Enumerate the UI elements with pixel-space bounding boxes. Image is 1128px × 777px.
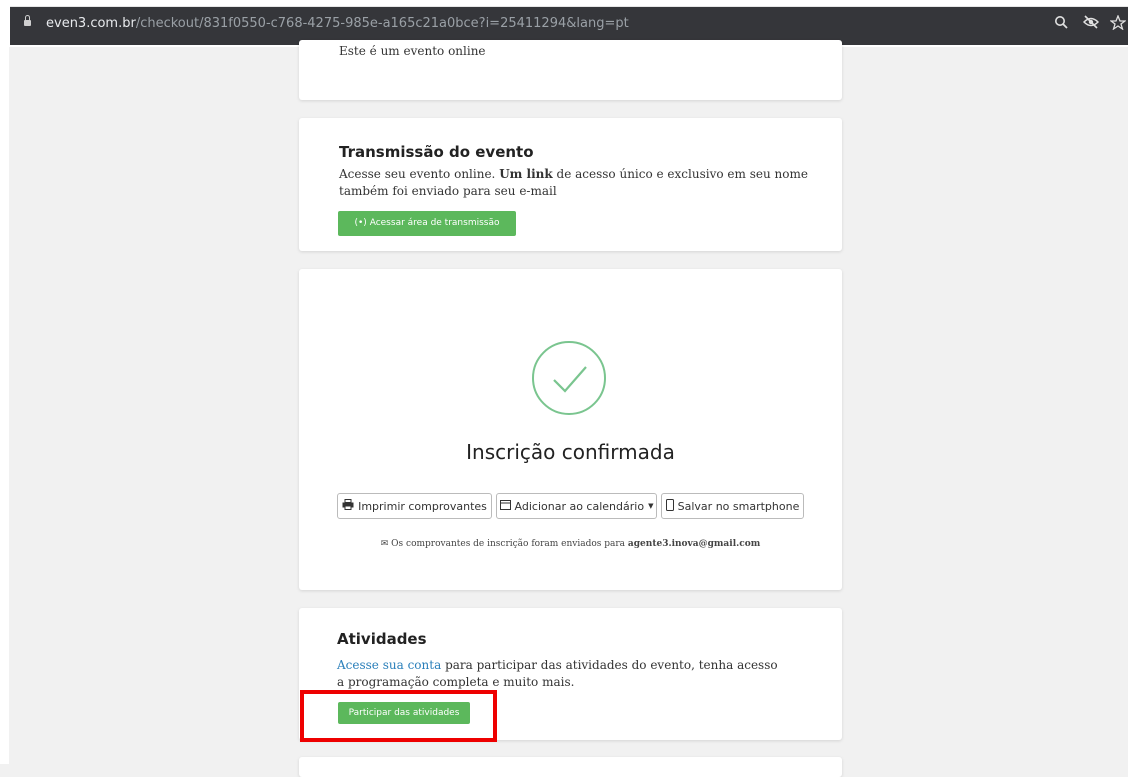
eye-off-icon[interactable]	[1082, 15, 1100, 33]
online-event-text: Este é um evento online	[339, 44, 486, 58]
printer-icon	[342, 499, 354, 513]
page-gutter	[0, 47, 9, 764]
url-text[interactable]: even3.com.br/checkout/831f0550-c768-4275…	[46, 16, 629, 31]
add-to-calendar-label: Adicionar ao calendário	[514, 499, 645, 513]
confirmation-title: Inscrição confirmada	[466, 440, 675, 464]
add-to-calendar-button[interactable]: Adicionar ao calendário ▼	[496, 493, 657, 519]
receipts-note-text: Os comprovantes de inscrição foram envia…	[391, 539, 626, 549]
transmission-text: Acesse seu evento online. Um link de ace…	[339, 166, 809, 200]
zoom-icon[interactable]	[1054, 15, 1068, 33]
broadcast-icon: (•)	[354, 218, 367, 228]
transmission-card: Transmissão do evento Acesse seu evento …	[299, 118, 842, 251]
transmission-text-pre: Acesse seu evento online.	[339, 167, 496, 181]
print-receipts-button[interactable]: Imprimir comprovantes	[337, 493, 492, 519]
access-transmission-button[interactable]: (•) Acessar área de transmissão	[338, 211, 516, 236]
check-circle-icon	[532, 341, 606, 415]
smartphone-icon	[665, 498, 674, 514]
save-to-smartphone-label: Salvar no smartphone	[677, 499, 800, 513]
access-account-link[interactable]: Acesse sua conta	[337, 658, 441, 672]
highlight-box	[300, 690, 497, 742]
star-icon[interactable]	[1109, 14, 1127, 34]
calendar-icon	[499, 499, 511, 513]
caret-down-icon: ▼	[648, 502, 654, 510]
next-card	[299, 757, 842, 777]
envelope-icon: ✉	[380, 539, 389, 549]
url-domain: even3.com.br	[46, 16, 136, 31]
print-receipts-label: Imprimir comprovantes	[358, 499, 487, 513]
transmission-text-bold: Um link	[499, 167, 553, 181]
lock-icon	[24, 15, 31, 26]
save-to-smartphone-button[interactable]: Salvar no smartphone	[661, 493, 804, 519]
event-info-card: Este é um evento online	[299, 40, 842, 100]
url-path: /checkout/831f0550-c768-4275-985e-a165c2…	[135, 16, 629, 31]
receipts-note: ✉ Os comprovantes de inscrição foram env…	[299, 539, 842, 549]
activities-title: Atividades	[337, 630, 427, 648]
transmission-title: Transmissão do evento	[339, 143, 534, 161]
receipts-email: agente3.inova@gmail.com	[627, 539, 761, 549]
activities-text: Acesse sua conta para participar das ati…	[337, 657, 787, 691]
access-transmission-label: Acessar área de transmissão	[369, 218, 500, 228]
